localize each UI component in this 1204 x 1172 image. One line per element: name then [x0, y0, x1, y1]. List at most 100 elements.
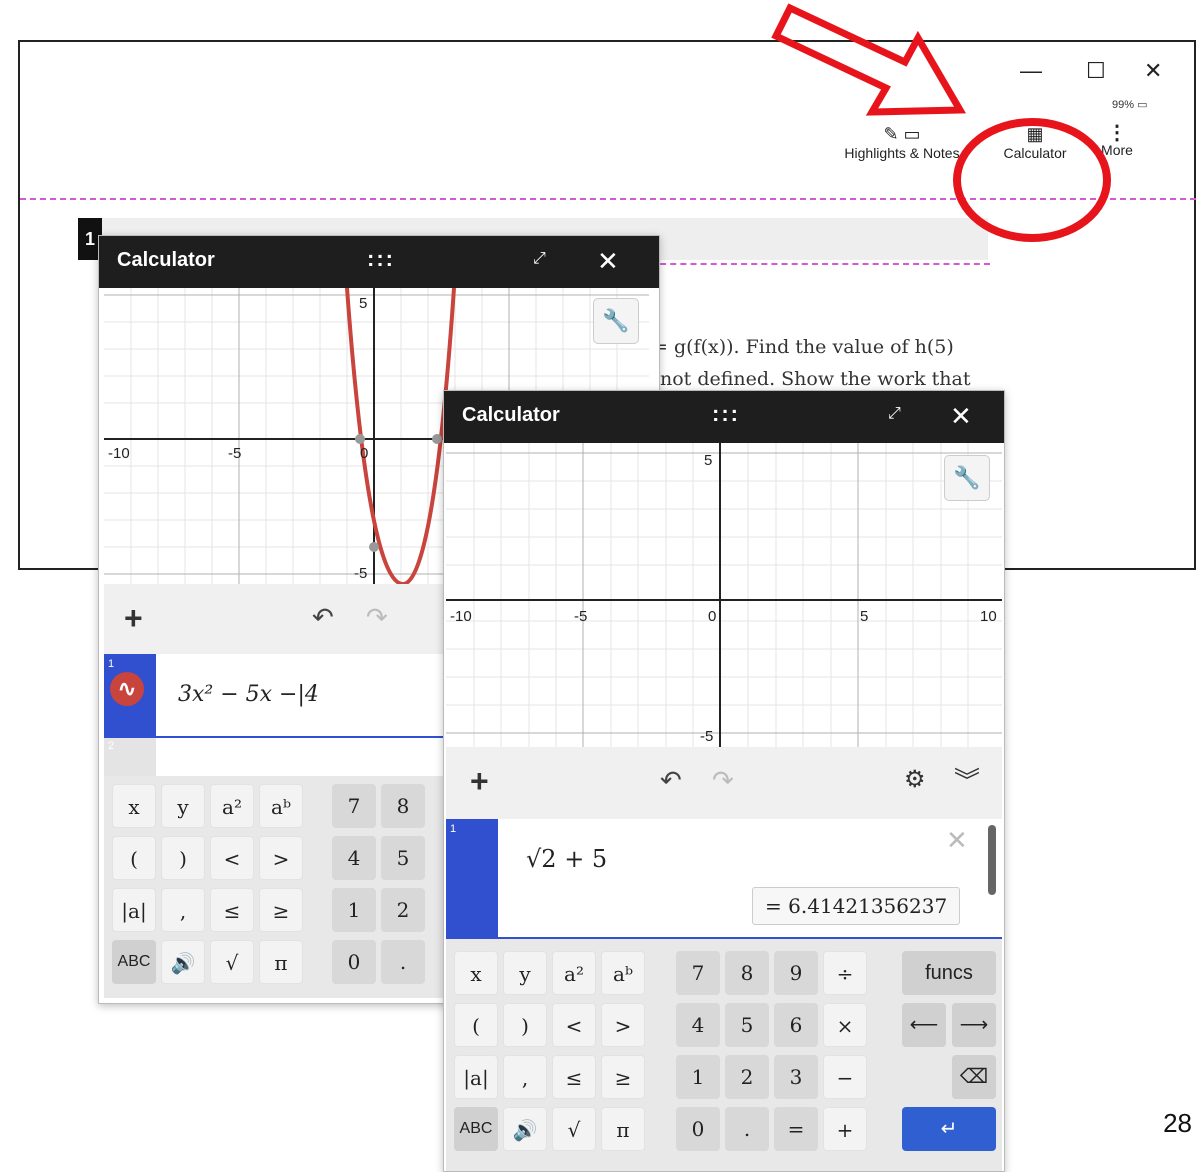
key-button[interactable]: 8 [381, 784, 425, 828]
scrollbar[interactable] [988, 825, 996, 895]
graph-settings-wrench-icon[interactable]: 🔧 [944, 455, 990, 501]
drag-handle-icon[interactable]: ::: [712, 401, 740, 427]
expression-index: 2 [108, 740, 115, 752]
x-axis-label-mid: -5 [574, 608, 587, 625]
expression-color-tab[interactable]: 1 ∿ [104, 654, 156, 736]
key-button[interactable]: 0 [332, 940, 376, 984]
key-button[interactable]: 9 [774, 951, 818, 995]
close-icon[interactable]: ✕ [597, 246, 619, 277]
calculator-panel-front[interactable]: Calculator ::: ⤢ ✕ 5 -10 -5 0 5 10 -5 🔧 [443, 390, 1005, 1172]
key-button[interactable]: ( [454, 1003, 498, 1047]
expression-row-1[interactable]: 1 √2 + 5 ✕ = 6.41421356237 [446, 819, 1002, 939]
graph-visibility-icon[interactable]: ∿ [110, 672, 144, 706]
key-button[interactable]: a² [552, 951, 596, 995]
key-button[interactable]: ≤ [210, 888, 254, 932]
expression-color-tab[interactable]: 1 [446, 819, 498, 937]
close-icon[interactable]: ✕ [950, 401, 972, 432]
key-button[interactable]: π [259, 940, 303, 984]
key-button[interactable]: 5 [725, 1003, 769, 1047]
key-button[interactable]: 4 [332, 836, 376, 880]
key-button[interactable]: aᵇ [601, 951, 645, 995]
key-button[interactable]: ) [503, 1003, 547, 1047]
origin-label: 0 [708, 608, 716, 625]
graph-settings-wrench-icon[interactable]: 🔧 [593, 298, 639, 344]
backspace-key[interactable]: ⌫ [952, 1055, 996, 1099]
key-button[interactable]: 🔊 [161, 940, 205, 984]
key-button[interactable]: ABC [112, 940, 156, 984]
add-expression-icon[interactable]: + [470, 763, 489, 800]
enter-key[interactable]: ↵ [902, 1107, 996, 1151]
calculator-header[interactable]: Calculator ::: ⤢ ✕ [99, 236, 659, 288]
key-button[interactable]: 5 [381, 836, 425, 880]
graph-area[interactable]: 5 -10 -5 0 5 10 -5 [446, 443, 1002, 747]
add-expression-icon[interactable]: + [124, 600, 143, 637]
key-button[interactable]: > [601, 1003, 645, 1047]
key-button[interactable]: 🔊 [503, 1107, 547, 1151]
key-button[interactable]: 2 [381, 888, 425, 932]
y-axis-label-bottom: -5 [354, 565, 367, 582]
question-text-line1: = g(f(x)). Find the value of h(5) [652, 336, 954, 358]
key-button[interactable]: 6 [774, 1003, 818, 1047]
drag-handle-icon[interactable]: ::: [367, 246, 395, 272]
expression-input[interactable]: √2 + 5 [526, 845, 607, 873]
expression-toolbar: + ↶ ↷ ⚙ ︾ [446, 747, 1002, 819]
key-button[interactable]: × [823, 1003, 867, 1047]
funcs-button[interactable]: funcs [902, 951, 996, 995]
divider [650, 263, 990, 265]
expand-icon[interactable]: ⤢ [888, 405, 901, 423]
key-button[interactable]: ) [161, 836, 205, 880]
key-button[interactable]: 3 [774, 1055, 818, 1099]
key-button[interactable]: < [210, 836, 254, 880]
key-button[interactable]: 7 [676, 951, 720, 995]
key-button[interactable]: 0 [676, 1107, 720, 1151]
expand-icon[interactable]: ⤢ [533, 250, 546, 268]
key-button[interactable]: , [503, 1055, 547, 1099]
key-button[interactable]: 8 [725, 951, 769, 995]
settings-gear-icon[interactable]: ⚙ [904, 765, 926, 794]
key-button[interactable]: ≥ [259, 888, 303, 932]
y-axis-label-top: 5 [359, 295, 367, 312]
key-button[interactable]: ( [112, 836, 156, 880]
undo-icon[interactable]: ↶ [660, 765, 682, 796]
key-button[interactable]: y [161, 784, 205, 828]
key-button[interactable]: y [503, 951, 547, 995]
origin-label: 0 [360, 445, 368, 462]
key-button[interactable]: < [552, 1003, 596, 1047]
delete-expression-icon[interactable]: ✕ [946, 825, 968, 856]
left-arrow-key[interactable]: ⟵ [902, 1003, 946, 1047]
key-button[interactable]: , [161, 888, 205, 932]
key-button[interactable]: √ [210, 940, 254, 984]
key-button[interactable]: 2 [725, 1055, 769, 1099]
key-button[interactable]: √ [552, 1107, 596, 1151]
key-button[interactable]: x [454, 951, 498, 995]
right-arrow-key[interactable]: ⟶ [952, 1003, 996, 1047]
key-button[interactable]: x [112, 784, 156, 828]
key-button[interactable]: |a| [454, 1055, 498, 1099]
redo-icon[interactable]: ↷ [366, 602, 388, 633]
key-button[interactable]: + [823, 1107, 867, 1151]
y-axis-label-bottom: -5 [700, 728, 713, 745]
key-button[interactable]: = [774, 1107, 818, 1151]
key-button[interactable]: a² [210, 784, 254, 828]
key-button[interactable]: ≥ [601, 1055, 645, 1099]
calculator-header[interactable]: Calculator ::: ⤢ ✕ [444, 391, 1004, 443]
collapse-chevron-icon[interactable]: ︾ [954, 761, 980, 798]
key-button[interactable]: ≤ [552, 1055, 596, 1099]
key-button[interactable]: 1 [676, 1055, 720, 1099]
key-button[interactable]: . [381, 940, 425, 984]
key-button[interactable]: aᵇ [259, 784, 303, 828]
key-button[interactable]: |a| [112, 888, 156, 932]
undo-icon[interactable]: ↶ [312, 602, 334, 633]
key-button[interactable]: 1 [332, 888, 376, 932]
key-button[interactable]: . [725, 1107, 769, 1151]
key-button[interactable]: 7 [332, 784, 376, 828]
expression-input[interactable]: 3x² − 5x −|4 [178, 682, 319, 707]
key-button[interactable]: ABC [454, 1107, 498, 1151]
key-button[interactable]: ÷ [823, 951, 867, 995]
key-button[interactable]: 4 [676, 1003, 720, 1047]
redo-icon[interactable]: ↷ [712, 765, 734, 796]
key-button[interactable]: − [823, 1055, 867, 1099]
page-number: 28 [1163, 1108, 1192, 1138]
key-button[interactable]: > [259, 836, 303, 880]
key-button[interactable]: π [601, 1107, 645, 1151]
